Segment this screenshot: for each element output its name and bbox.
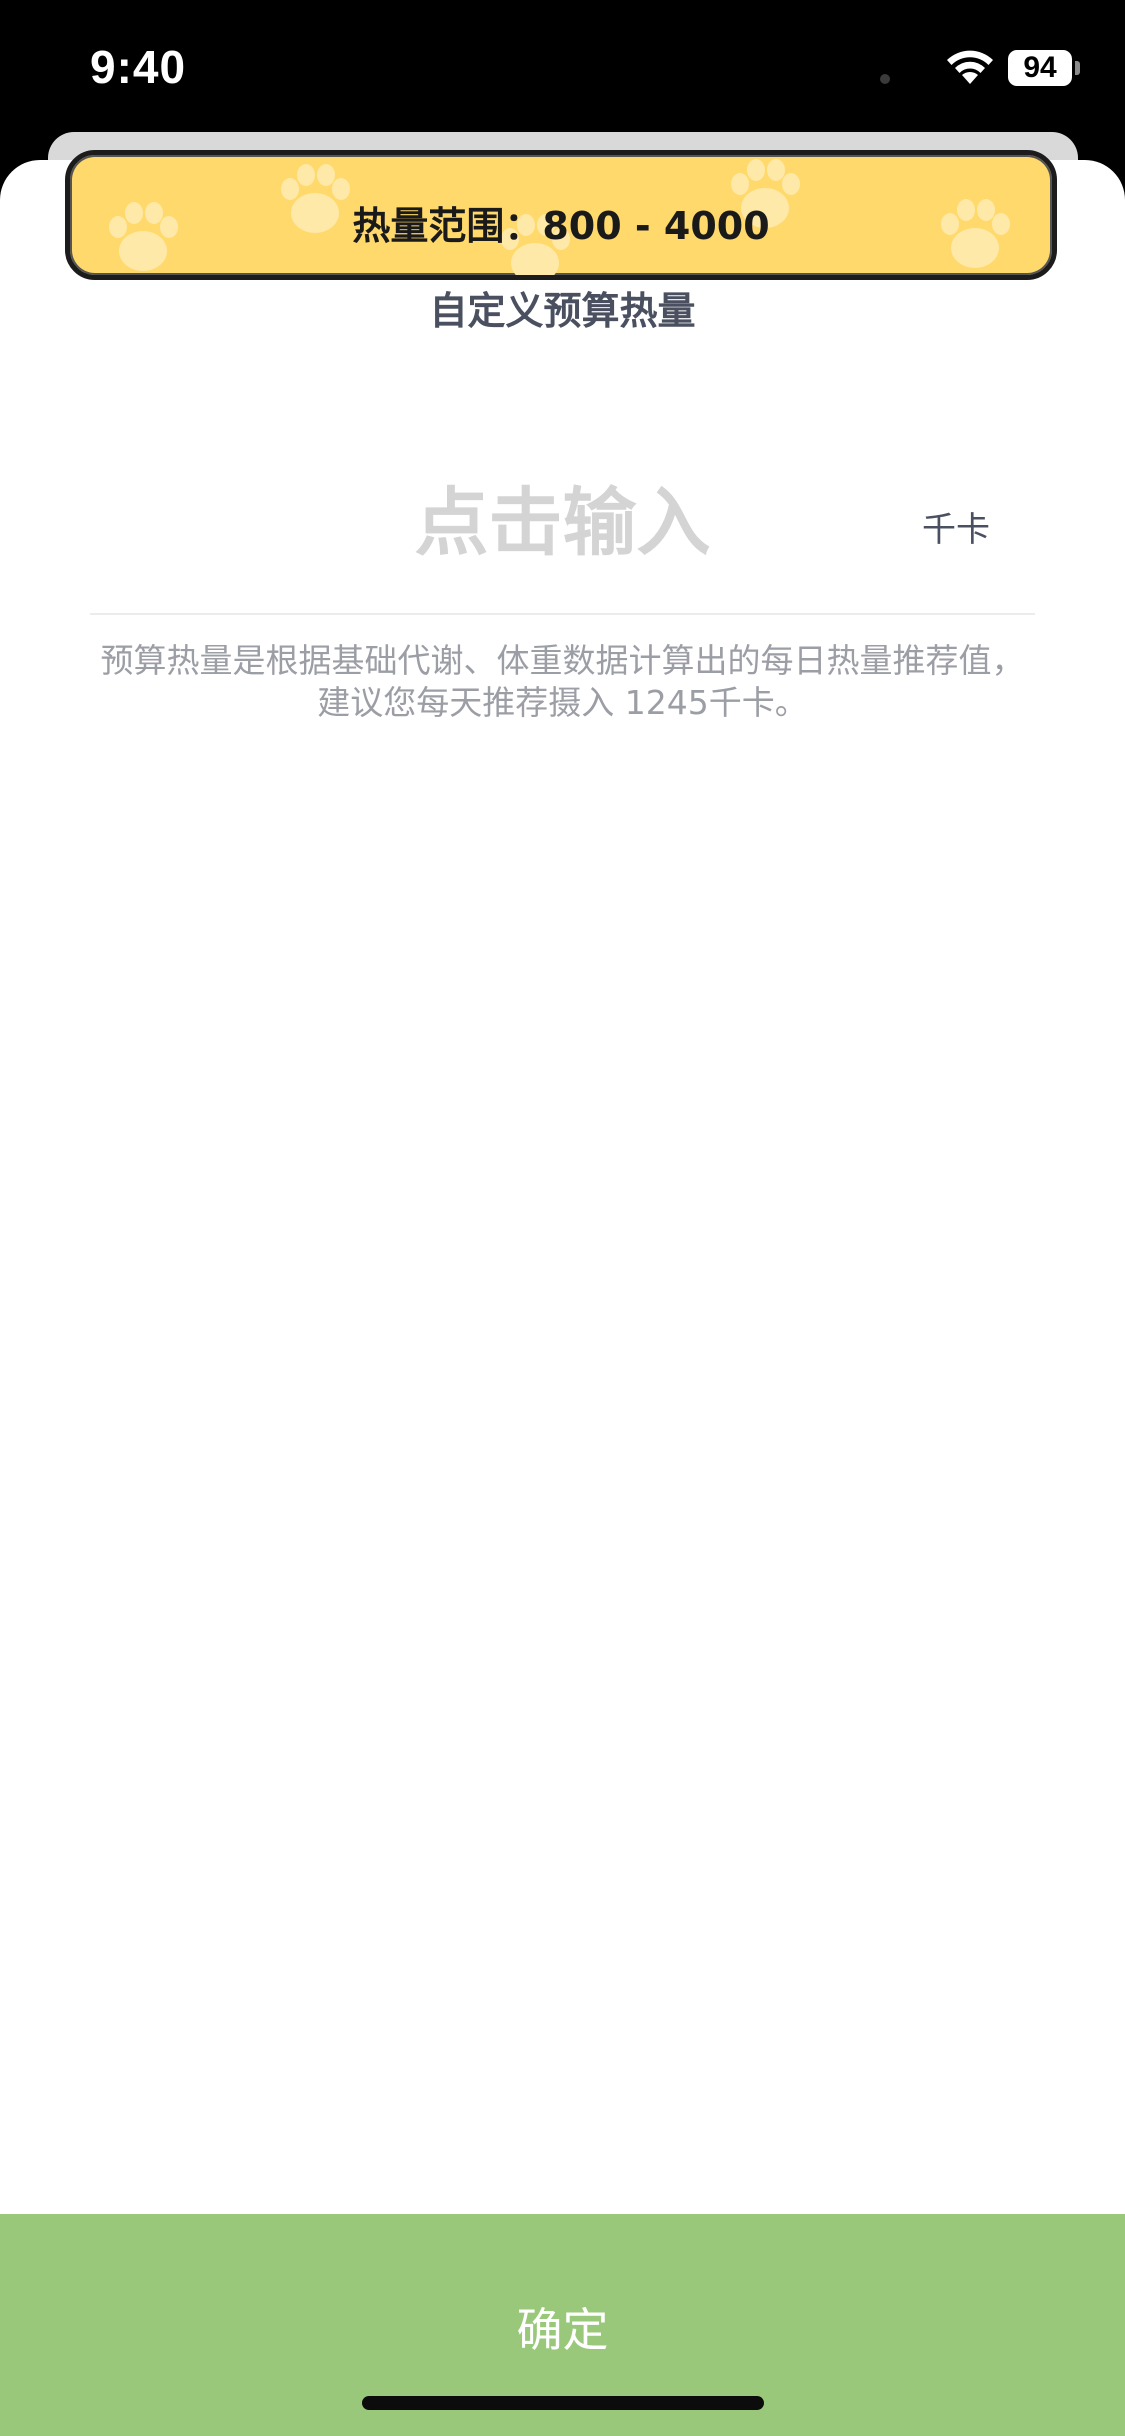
home-indicator xyxy=(362,2396,764,2410)
calorie-input[interactable] xyxy=(180,465,945,580)
confirm-label: 确定 xyxy=(516,2304,609,2356)
calorie-range-text: 热量范围：800 - 4000 xyxy=(352,204,770,248)
unit-label: 千卡 xyxy=(922,510,990,550)
battery-cap xyxy=(1075,61,1080,75)
wifi-icon xyxy=(947,50,993,84)
status-bar: 9:40 94 xyxy=(0,0,1125,135)
battery-icon: 94 xyxy=(1008,50,1080,86)
battery-level: 94 xyxy=(1008,50,1072,86)
input-divider xyxy=(90,613,1035,615)
hint-text: 预算热量是根据基础代谢、体重数据计算出的每日热量推荐值，建议您每天推荐摄入 12… xyxy=(100,641,1025,722)
status-time: 9:40 xyxy=(90,41,187,93)
page-title: 自定义预算热量 xyxy=(429,289,696,333)
camera-dot-indicator xyxy=(880,74,890,84)
calorie-range-toast: 热量范围：800 - 4000 xyxy=(65,150,1057,280)
